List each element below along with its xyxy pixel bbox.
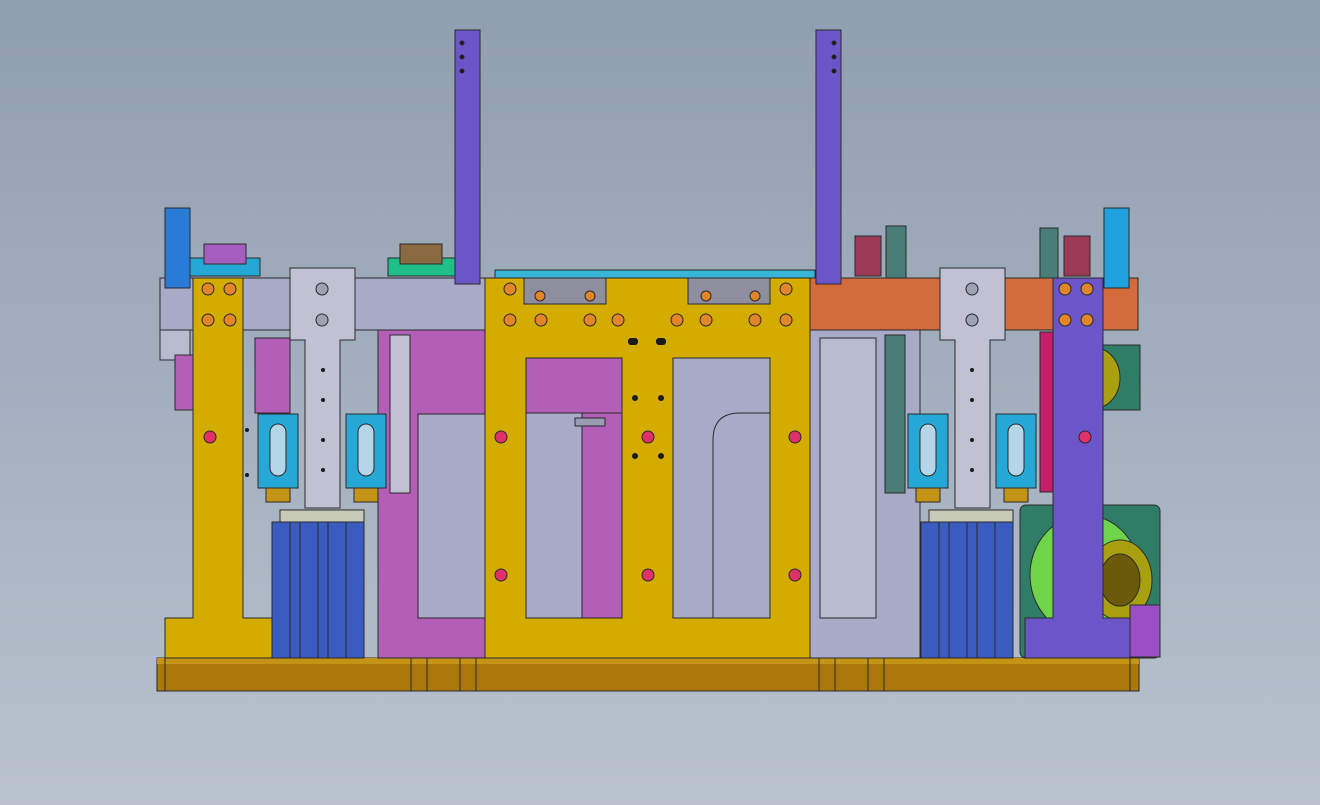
- yellow-center-plate: [484, 277, 811, 659]
- cyan-top-rails: [189, 257, 816, 279]
- base-plate: [156, 657, 1140, 692]
- blue-cylinder-right: [920, 509, 1014, 659]
- mechanical-fixture-model: [156, 29, 1161, 692]
- purple-lift-arm-right: [815, 29, 842, 285]
- cad-viewport[interactable]: [0, 0, 1320, 805]
- purple-lift-arm-left: [454, 29, 481, 285]
- blue-cylinder-left: [271, 509, 365, 659]
